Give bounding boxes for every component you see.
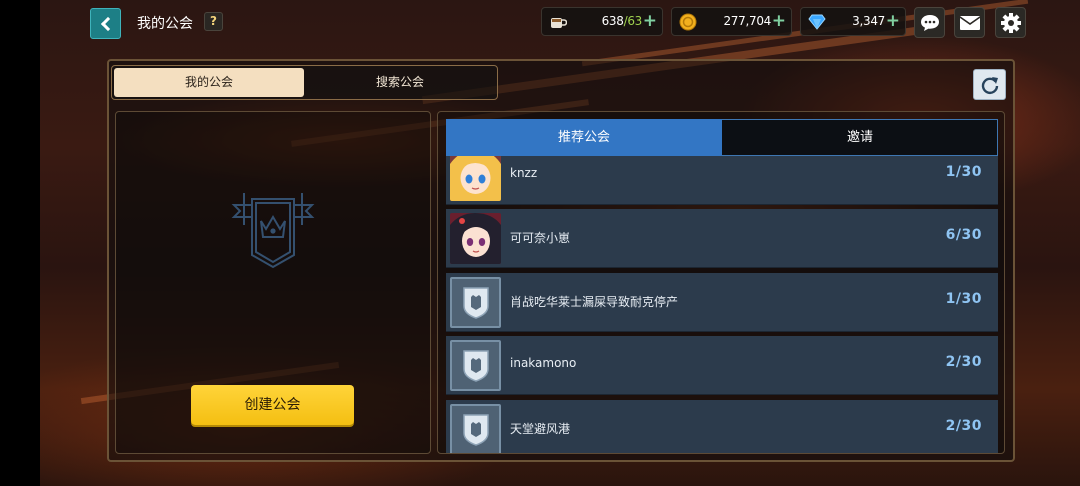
guild-row[interactable]: 天堂避风港 2/30 xyxy=(446,400,998,453)
gear-icon xyxy=(1000,12,1021,33)
guild-name: 可可奈小崽 xyxy=(510,231,571,245)
dark-hair-girl-avatar xyxy=(450,213,501,264)
shield-icon xyxy=(462,349,489,382)
guild-member-count: 2/30 xyxy=(945,354,982,370)
add-gold-button[interactable]: + xyxy=(772,11,786,31)
mail-button[interactable] xyxy=(954,7,985,38)
blonde-girl-avatar xyxy=(450,156,501,201)
add-gems-button[interactable]: + xyxy=(886,11,900,31)
guild-member-count: 2/30 xyxy=(945,418,982,434)
chevron-left-icon xyxy=(100,16,115,31)
gold-value: 277,704 xyxy=(723,14,771,28)
guild-list: knzz 1/30 可可奈小崽 6/30 肖战吃华莱士漏屎导致耐克停产 1/30… xyxy=(446,156,998,453)
guild-row[interactable]: 肖战吃华莱士漏屎导致耐克停产 1/30 xyxy=(446,273,998,332)
gem-counter: 3,347 + xyxy=(800,7,906,36)
chat-bubble-icon xyxy=(920,14,939,31)
coffee-cup-icon xyxy=(551,18,567,28)
refresh-icon xyxy=(981,76,998,94)
guild-name: inakamono xyxy=(510,356,577,370)
guild-member-count: 1/30 xyxy=(945,164,982,180)
create-guild-button[interactable]: 创建公会 xyxy=(191,385,354,425)
refresh-button[interactable] xyxy=(973,69,1006,100)
stamina-current: 638 xyxy=(601,14,624,28)
mail-icon xyxy=(959,15,980,30)
shield-icon xyxy=(462,413,489,446)
tab-my-guild[interactable]: 我的公会 xyxy=(114,68,304,97)
guild-emblem xyxy=(450,277,501,328)
coin-icon xyxy=(679,13,697,31)
help-button[interactable]: ? xyxy=(204,12,223,31)
screen-edge xyxy=(0,0,40,486)
guild-banner-icon xyxy=(231,193,315,269)
tab-recommended-guilds[interactable]: 推荐公会 xyxy=(446,119,722,156)
guild-row[interactable]: knzz 1/30 xyxy=(446,156,998,205)
gem-value: 3,347 xyxy=(852,14,885,28)
shield-icon xyxy=(462,286,489,319)
gold-counter: 277,704 + xyxy=(671,7,792,36)
guild-name: 天堂避风港 xyxy=(510,422,571,436)
chat-button[interactable] xyxy=(914,7,945,38)
guild-row[interactable]: inakamono 2/30 xyxy=(446,336,998,395)
stamina-max: /63 xyxy=(623,14,643,28)
guild-member-count: 1/30 xyxy=(945,291,982,307)
back-button[interactable] xyxy=(90,8,121,39)
guild-name: 肖战吃华莱士漏屎导致耐克停产 xyxy=(510,295,679,309)
guild-emblem xyxy=(450,404,501,453)
tab-invitations[interactable]: 邀请 xyxy=(722,119,998,156)
guild-member-count: 6/30 xyxy=(945,227,982,243)
add-stamina-button[interactable]: + xyxy=(643,11,657,31)
tab-search-guild[interactable]: 搜索公会 xyxy=(305,68,495,97)
settings-button[interactable] xyxy=(995,7,1026,38)
guild-row[interactable]: 可可奈小崽 6/30 xyxy=(446,209,998,268)
stamina-counter: 638/63 + xyxy=(541,7,663,36)
guild-name: knzz xyxy=(510,166,538,180)
page-title: 我的公会 xyxy=(137,16,193,32)
diamond-icon xyxy=(808,14,826,30)
guild-emblem xyxy=(450,340,501,391)
